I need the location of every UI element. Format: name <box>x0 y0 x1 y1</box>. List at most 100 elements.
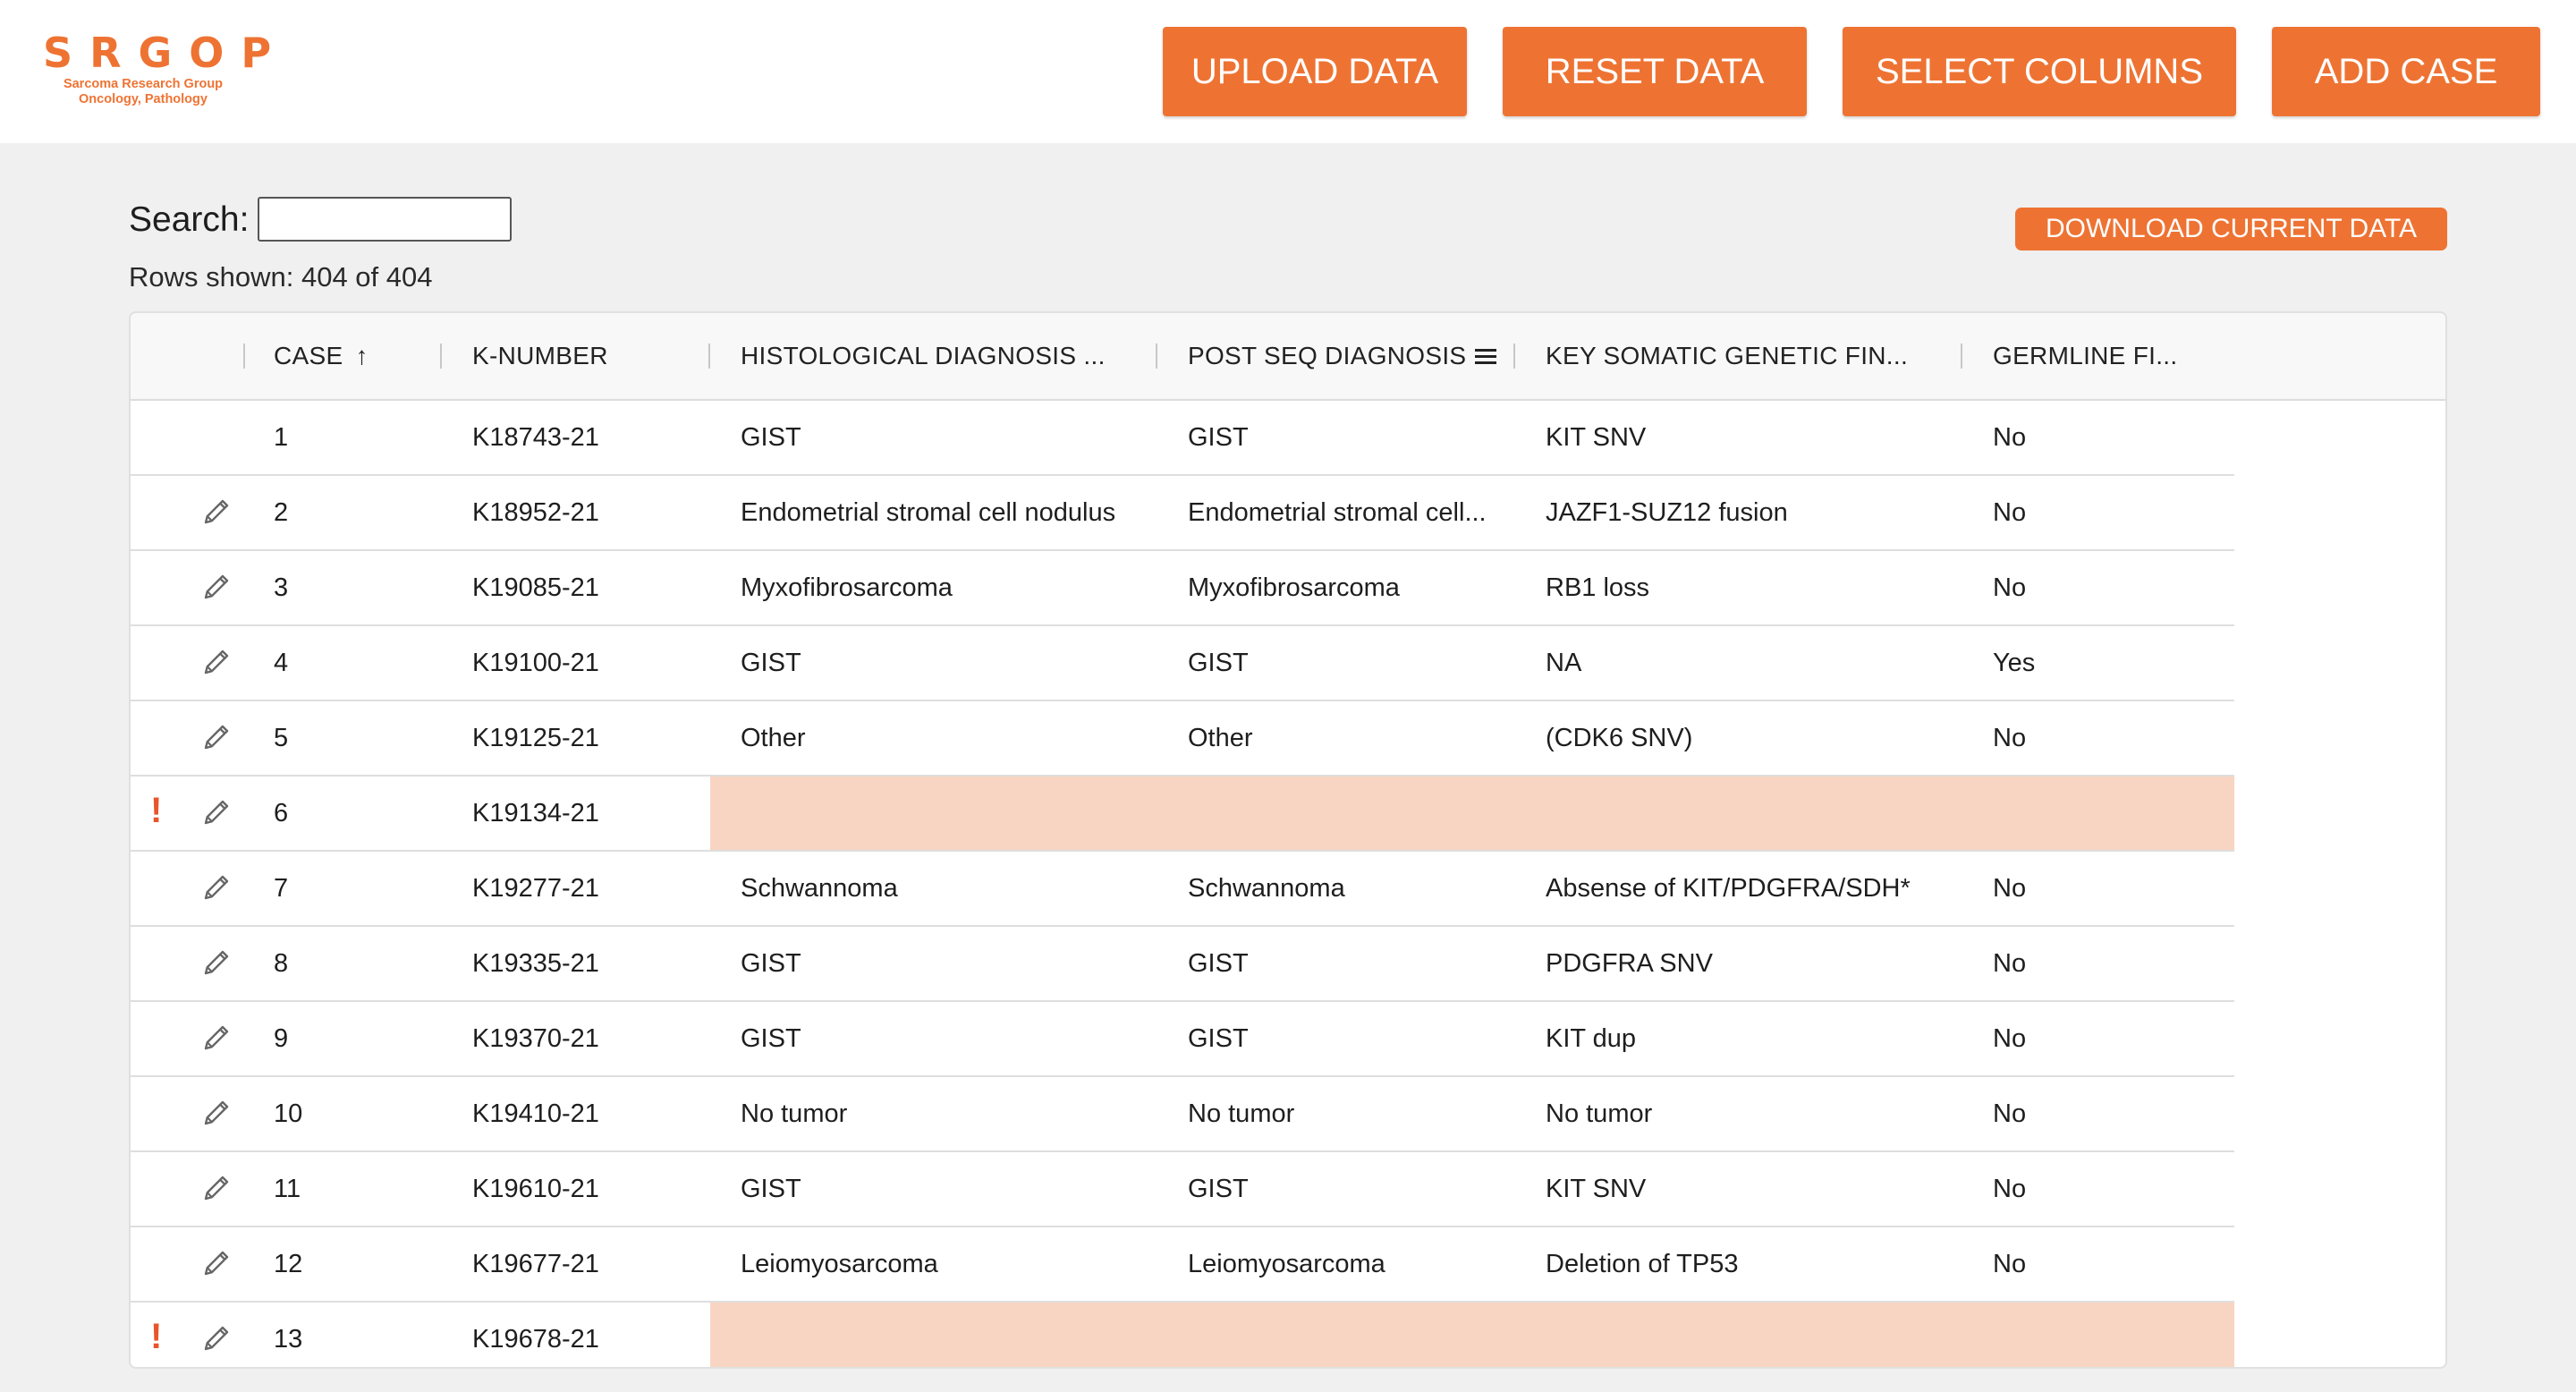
cell-key-somatic-findings[interactable]: (CDK6 SNV) <box>1546 701 1692 775</box>
cell-post-seq-diagnosis[interactable]: GIST <box>1188 626 1249 700</box>
reset-data-button[interactable]: RESET DATA <box>1503 27 1807 116</box>
cell-case[interactable]: 5 <box>274 701 288 775</box>
cell-germline-findings[interactable]: No <box>1993 401 2026 474</box>
column-header-germline-findings[interactable]: GERMLINE FI... <box>1993 313 2177 399</box>
cell-case[interactable]: 4 <box>274 626 288 700</box>
table-row[interactable]: 9 K19370-21 GIST GIST KIT dup No <box>131 1002 2234 1077</box>
cell-key-somatic-findings[interactable]: JAZF1-SUZ12 fusion <box>1546 476 1788 549</box>
edit-pencil-icon[interactable] <box>200 646 233 678</box>
column-header-k-number[interactable]: K-NUMBER <box>472 313 608 399</box>
cell-post-seq-diagnosis[interactable]: Schwannoma <box>1188 852 1345 925</box>
cell-post-seq-diagnosis[interactable]: Other <box>1188 701 1253 775</box>
cell-k-number[interactable]: K19125-21 <box>472 701 599 775</box>
table-row[interactable]: 12 K19677-21 Leiomyosarcoma Leiomyosarcoma D… <box>131 1227 2234 1303</box>
column-separator[interactable] <box>1513 344 1515 369</box>
cell-histological-diagnosis[interactable]: No tumor <box>741 1077 847 1150</box>
column-separator[interactable] <box>243 344 245 369</box>
cell-case[interactable]: 12 <box>274 1227 302 1301</box>
cell-histological-diagnosis[interactable]: Myxofibrosarcoma <box>741 551 953 624</box>
cell-post-seq-diagnosis[interactable]: GIST <box>1188 1002 1249 1075</box>
cell-key-somatic-findings[interactable]: No tumor <box>1546 1077 1652 1150</box>
cell-histological-diagnosis[interactable]: GIST <box>741 626 801 700</box>
cell-k-number[interactable]: K19134-21 <box>472 777 599 850</box>
cell-histological-diagnosis[interactable]: GIST <box>741 927 801 1000</box>
cell-case[interactable]: 6 <box>274 777 288 850</box>
cell-key-somatic-findings[interactable]: NA <box>1546 626 1581 700</box>
cell-post-seq-diagnosis[interactable]: Endometrial stromal cell... <box>1188 476 1487 549</box>
cell-k-number[interactable]: K18952-21 <box>472 476 599 549</box>
table-row[interactable]: ! 6 K19134-21 <box>131 777 2234 852</box>
edit-pencil-icon[interactable] <box>200 721 233 753</box>
cell-case[interactable]: 2 <box>274 476 288 549</box>
cell-germline-findings[interactable]: Yes <box>1993 626 2035 700</box>
edit-pencil-icon[interactable] <box>200 1172 233 1204</box>
search-input[interactable] <box>258 197 512 242</box>
cell-key-somatic-findings[interactable]: Deletion of TP53 <box>1546 1227 1739 1301</box>
cell-k-number[interactable]: K19610-21 <box>472 1152 599 1226</box>
cell-case[interactable]: 9 <box>274 1002 288 1075</box>
table-row[interactable]: ! 13 K19678-21 <box>131 1303 2234 1367</box>
table-row[interactable]: 11 K19610-21 GIST GIST KIT SNV No <box>131 1152 2234 1227</box>
cell-case[interactable]: 13 <box>274 1303 302 1367</box>
cell-case[interactable]: 10 <box>274 1077 302 1150</box>
column-header-post-seq-diagnosis[interactable]: POST SEQ DIAGNOSIS <box>1188 313 1497 399</box>
cell-post-seq-diagnosis[interactable]: GIST <box>1188 927 1249 1000</box>
cell-k-number[interactable]: K19335-21 <box>472 927 599 1000</box>
add-case-button[interactable]: ADD CASE <box>2272 27 2540 116</box>
cell-case[interactable]: 1 <box>274 401 288 474</box>
cell-k-number[interactable]: K18743-21 <box>472 401 599 474</box>
cell-post-seq-diagnosis[interactable]: Myxofibrosarcoma <box>1188 551 1400 624</box>
edit-pencil-icon[interactable] <box>200 946 233 979</box>
table-row[interactable]: 10 K19410-21 No tumor No tumor No tumor No <box>131 1077 2234 1152</box>
cell-key-somatic-findings[interactable]: Absense of KIT/PDGFRA/SDH* <box>1546 852 1911 925</box>
cell-case[interactable]: 7 <box>274 852 288 925</box>
cell-germline-findings[interactable]: No <box>1993 551 2026 624</box>
cell-histological-diagnosis[interactable]: Other <box>741 701 806 775</box>
cell-germline-findings[interactable]: No <box>1993 927 2026 1000</box>
cell-k-number[interactable]: K19085-21 <box>472 551 599 624</box>
table-row[interactable]: 4 K19100-21 GIST GIST NA Yes <box>131 626 2234 701</box>
cell-post-seq-diagnosis[interactable]: GIST <box>1188 401 1249 474</box>
column-header-histological-diagnosis[interactable]: HISTOLOGICAL DIAGNOSIS ... <box>741 313 1106 399</box>
cell-key-somatic-findings[interactable]: KIT dup <box>1546 1002 1636 1075</box>
cell-histological-diagnosis[interactable]: GIST <box>741 1152 801 1226</box>
select-columns-button[interactable]: SELECT COLUMNS <box>1843 27 2236 116</box>
cell-histological-diagnosis[interactable]: GIST <box>741 1002 801 1075</box>
cell-case[interactable]: 8 <box>274 927 288 1000</box>
srgop-logo[interactable]: SRGOP Sarcoma Research Group Oncology, P… <box>36 29 271 107</box>
edit-pencil-icon[interactable] <box>200 1322 233 1354</box>
edit-pencil-icon[interactable] <box>200 871 233 904</box>
cell-k-number[interactable]: K19277-21 <box>472 852 599 925</box>
upload-data-button[interactable]: UPLOAD DATA <box>1163 27 1467 116</box>
cell-key-somatic-findings[interactable]: KIT SNV <box>1546 1152 1646 1226</box>
cell-k-number[interactable]: K19678-21 <box>472 1303 599 1367</box>
cell-histological-diagnosis[interactable]: Leiomyosarcoma <box>741 1227 938 1301</box>
cell-post-seq-diagnosis[interactable]: Leiomyosarcoma <box>1188 1227 1385 1301</box>
sort-ascending-icon[interactable]: ↑ <box>355 342 368 370</box>
table-row[interactable]: 2 K18952-21 Endometrial stromal cell nodul… <box>131 476 2234 551</box>
cell-germline-findings[interactable]: No <box>1993 476 2026 549</box>
column-header-case[interactable]: CASE ↑ <box>274 313 369 399</box>
table-row[interactable]: 8 K19335-21 GIST GIST PDGFRA SNV No <box>131 927 2234 1002</box>
cell-case[interactable]: 11 <box>274 1152 301 1226</box>
table-row[interactable]: 3 K19085-21 Myxofibrosarcoma Myxofibrosarco… <box>131 551 2234 626</box>
cell-k-number[interactable]: K19370-21 <box>472 1002 599 1075</box>
cell-key-somatic-findings[interactable]: KIT SNV <box>1546 401 1646 474</box>
edit-pencil-icon[interactable] <box>200 1097 233 1129</box>
column-separator[interactable] <box>1156 344 1157 369</box>
edit-pencil-icon[interactable] <box>200 796 233 828</box>
cell-germline-findings[interactable]: No <box>1993 1077 2026 1150</box>
column-header-key-somatic-genetic-findings[interactable]: KEY SOMATIC GENETIC FIN... <box>1546 313 1908 399</box>
edit-pencil-icon[interactable] <box>200 1247 233 1279</box>
cell-k-number[interactable]: K19410-21 <box>472 1077 599 1150</box>
column-separator[interactable] <box>440 344 442 369</box>
cell-k-number[interactable]: K19677-21 <box>472 1227 599 1301</box>
cell-key-somatic-findings[interactable]: PDGFRA SNV <box>1546 927 1713 1000</box>
cell-germline-findings[interactable]: No <box>1993 1002 2026 1075</box>
edit-pencil-icon[interactable] <box>200 1022 233 1054</box>
cell-key-somatic-findings[interactable]: RB1 loss <box>1546 551 1649 624</box>
cell-histological-diagnosis[interactable]: Endometrial stromal cell nodulus <box>741 476 1115 549</box>
cell-histological-diagnosis[interactable]: Schwannoma <box>741 852 898 925</box>
cell-germline-findings[interactable]: No <box>1993 1152 2026 1226</box>
table-row[interactable]: 5 K19125-21 Other Other (CDK6 SNV) No <box>131 701 2234 777</box>
